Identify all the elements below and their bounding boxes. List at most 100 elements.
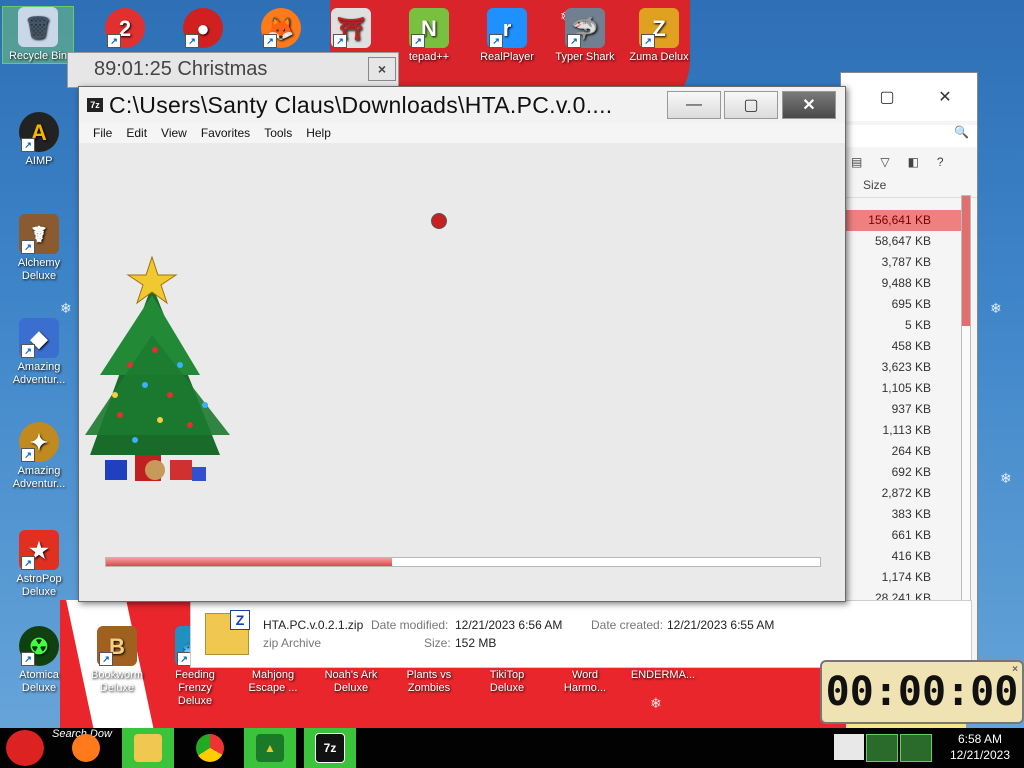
desktop-icon-game-2[interactable]: 2 ↗	[90, 8, 160, 51]
menu-edit[interactable]: Edit	[126, 126, 147, 140]
desktop-icon-realplayer[interactable]: r ↗ RealPlayer	[472, 8, 542, 64]
desktop-icon-atomica[interactable]: ☢ ↗ Atomica Deluxe	[4, 626, 74, 695]
file-size-cell[interactable]: 1,105 KB	[841, 378, 961, 399]
taskbar-item-7zip[interactable]: 7z	[304, 728, 356, 768]
amazing-adventures-icon: ◆ ↗	[19, 318, 59, 358]
tray-window-icon[interactable]	[900, 734, 932, 762]
file-size-cell[interactable]: 3,623 KB	[841, 357, 961, 378]
file-size-cell[interactable]: 58,647 KB	[841, 231, 961, 252]
desktop-icon-label: Noah's Ark Deluxe	[324, 669, 378, 694]
view-options-icon[interactable]: ▤	[851, 155, 862, 169]
details-filetype: zip Archive	[263, 636, 322, 650]
file-size-cell[interactable]: 156,641 KB	[841, 210, 961, 231]
taskbar-item-file-explorer[interactable]	[122, 728, 174, 768]
clock-close-icon[interactable]: ×	[1012, 664, 1018, 675]
file-size-cell[interactable]: 661 KB	[841, 525, 961, 546]
desktop-icon-label: Alchemy Deluxe	[17, 257, 61, 282]
desktop-icon-label: Atomica Deluxe	[19, 669, 59, 694]
desktop-icon-label: TikiTop Deluxe	[489, 669, 525, 694]
tray-network-icon[interactable]	[866, 734, 898, 762]
desktop-icon-label: Recycle Bin	[8, 50, 68, 62]
file-size-cell[interactable]: 264 KB	[841, 441, 961, 462]
file-size-cell[interactable]: 383 KB	[841, 504, 961, 525]
explorer-maximize-button[interactable]: ▢	[861, 81, 913, 113]
desktop-icon-recycle-bin[interactable]: 🗑 Recycle Bin	[2, 6, 74, 64]
file-size-cell[interactable]: 692 KB	[841, 462, 961, 483]
close-button[interactable]: ✕	[782, 91, 836, 119]
file-size-cell[interactable]: 2,872 KB	[841, 483, 961, 504]
details-modified-value: 12/21/2023 6:56 AM	[455, 618, 563, 632]
desktop-icon-label: tepad++	[408, 51, 450, 63]
desktop-icon-label: Zuma Delux	[629, 51, 689, 63]
file-size-cell[interactable]: 695 KB	[841, 294, 961, 315]
file-size-cell[interactable]: 416 KB	[841, 546, 961, 567]
snowflake-icon: ❄	[1000, 470, 1012, 486]
minimize-button[interactable]: —	[667, 91, 721, 119]
7zip-icon: 7z	[315, 733, 345, 763]
tray-app-icon[interactable]	[834, 734, 864, 760]
desktop-icon-bookworm[interactable]: B ↗ Bookworm Deluxe	[82, 626, 152, 695]
desktop-icon-firefox[interactable]: 🦊 ↗	[246, 8, 316, 51]
details-size-label: Size:	[424, 636, 451, 650]
desktop-icon-astropop[interactable]: ★ ↗ AstroPop Deluxe	[4, 530, 74, 599]
desktop-icon-zuma[interactable]: Z ↗ Zuma Delux	[624, 8, 694, 64]
christmas-tree-icon: ▲	[256, 734, 284, 762]
timer-window[interactable]: 89:01:25 Christmas ×	[67, 52, 399, 88]
desktop-icon-label: Typer Shark	[555, 51, 615, 63]
desktop-icon-label: Mahjong Escape ...	[248, 669, 298, 694]
menu-view[interactable]: View	[161, 126, 187, 140]
menu-tools[interactable]: Tools	[264, 126, 292, 140]
torii-gate-icon: ⛩ ↗	[331, 8, 371, 48]
countdown-time: 00:00:00	[825, 669, 1019, 715]
explorer-view-toolbar: ▤ ▽ ◧ ?	[841, 151, 977, 173]
file-size-list: 156,641 KB 58,647 KB 3,787 KB 9,488 KB 695 K…	[841, 210, 961, 609]
aimp-icon: A ↗	[19, 112, 59, 152]
number-two-icon: 2 ↗	[105, 8, 145, 48]
file-size-cell[interactable]: 3,787 KB	[841, 252, 961, 273]
folder-icon	[134, 734, 162, 762]
christmas-tree-icon	[85, 255, 230, 481]
window-title: C:\Users\Santy Claus\Downloads\HTA.PC.v.…	[109, 91, 613, 118]
taskbar-item-firefox[interactable]	[60, 728, 112, 768]
help-icon[interactable]: ?	[937, 155, 944, 169]
taskbar-item-chrome[interactable]	[184, 728, 236, 768]
file-explorer-window[interactable]: ▢ ✕ 🔍 ▤ ▽ ◧ ? Size 156,641 KB 58,647 KB 3,…	[840, 72, 978, 670]
desktop-icon-shrine[interactable]: ⛩ ↗	[316, 8, 386, 51]
desktop-icon-typer-shark[interactable]: 🦈 ↗ Typer Shark	[550, 8, 620, 64]
maximize-button[interactable]: ▢	[724, 91, 778, 119]
desktop-icon-red-creature[interactable]: ● ↗	[168, 8, 238, 51]
countdown-clock-widget[interactable]: 00:00:00 ×	[820, 660, 1024, 724]
explorer-scrollbar[interactable]	[961, 195, 971, 667]
desktop-icon-aimp[interactable]: A ↗ AIMP	[4, 112, 74, 168]
desktop-icon-label: Plants vs Zombies	[406, 669, 452, 694]
taskbar-item-christmas-tree[interactable]: ▲	[244, 728, 296, 768]
amazing-adventures-2-icon: ✦ ↗	[19, 422, 59, 462]
file-size-cell[interactable]: 1,174 KB	[841, 567, 961, 588]
column-header-size[interactable]: Size	[841, 173, 977, 198]
snowflake-icon: ❄	[990, 300, 1002, 316]
firefox-icon	[72, 734, 100, 762]
explorer-close-button[interactable]: ✕	[919, 81, 971, 113]
file-size-cell[interactable]: 458 KB	[841, 336, 961, 357]
window-title-bar[interactable]: 7z C:\Users\Santy Claus\Downloads\HTA.PC…	[79, 87, 845, 123]
desktop-icon-label: AIMP	[25, 155, 53, 167]
progress-fill	[106, 558, 392, 566]
details-created-label: Date created:	[591, 618, 664, 632]
menu-favorites[interactable]: Favorites	[201, 126, 250, 140]
astropop-icon: ★ ↗	[19, 530, 59, 570]
file-size-cell[interactable]: 1,113 KB	[841, 420, 961, 441]
desktop-icon-notepad-plus[interactable]: N ↗ tepad++	[394, 8, 464, 64]
start-button[interactable]	[6, 730, 44, 766]
explorer-search-box[interactable]: 🔍	[841, 125, 977, 147]
scrollbar-thumb[interactable]	[962, 196, 970, 326]
chrome-icon	[196, 734, 224, 762]
file-size-cell[interactable]: 9,488 KB	[841, 273, 961, 294]
file-size-cell[interactable]: 937 KB	[841, 399, 961, 420]
preview-pane-icon[interactable]: ◧	[908, 155, 919, 169]
menu-help[interactable]: Help	[306, 126, 331, 140]
chevron-down-icon[interactable]: ▽	[880, 155, 889, 169]
taskbar-clock[interactable]: 6:58 AM 12/21/2023	[950, 731, 1010, 763]
file-size-cell[interactable]: 5 KB	[841, 315, 961, 336]
timer-window-close-button[interactable]: ×	[368, 57, 396, 81]
menu-file[interactable]: File	[93, 126, 112, 140]
